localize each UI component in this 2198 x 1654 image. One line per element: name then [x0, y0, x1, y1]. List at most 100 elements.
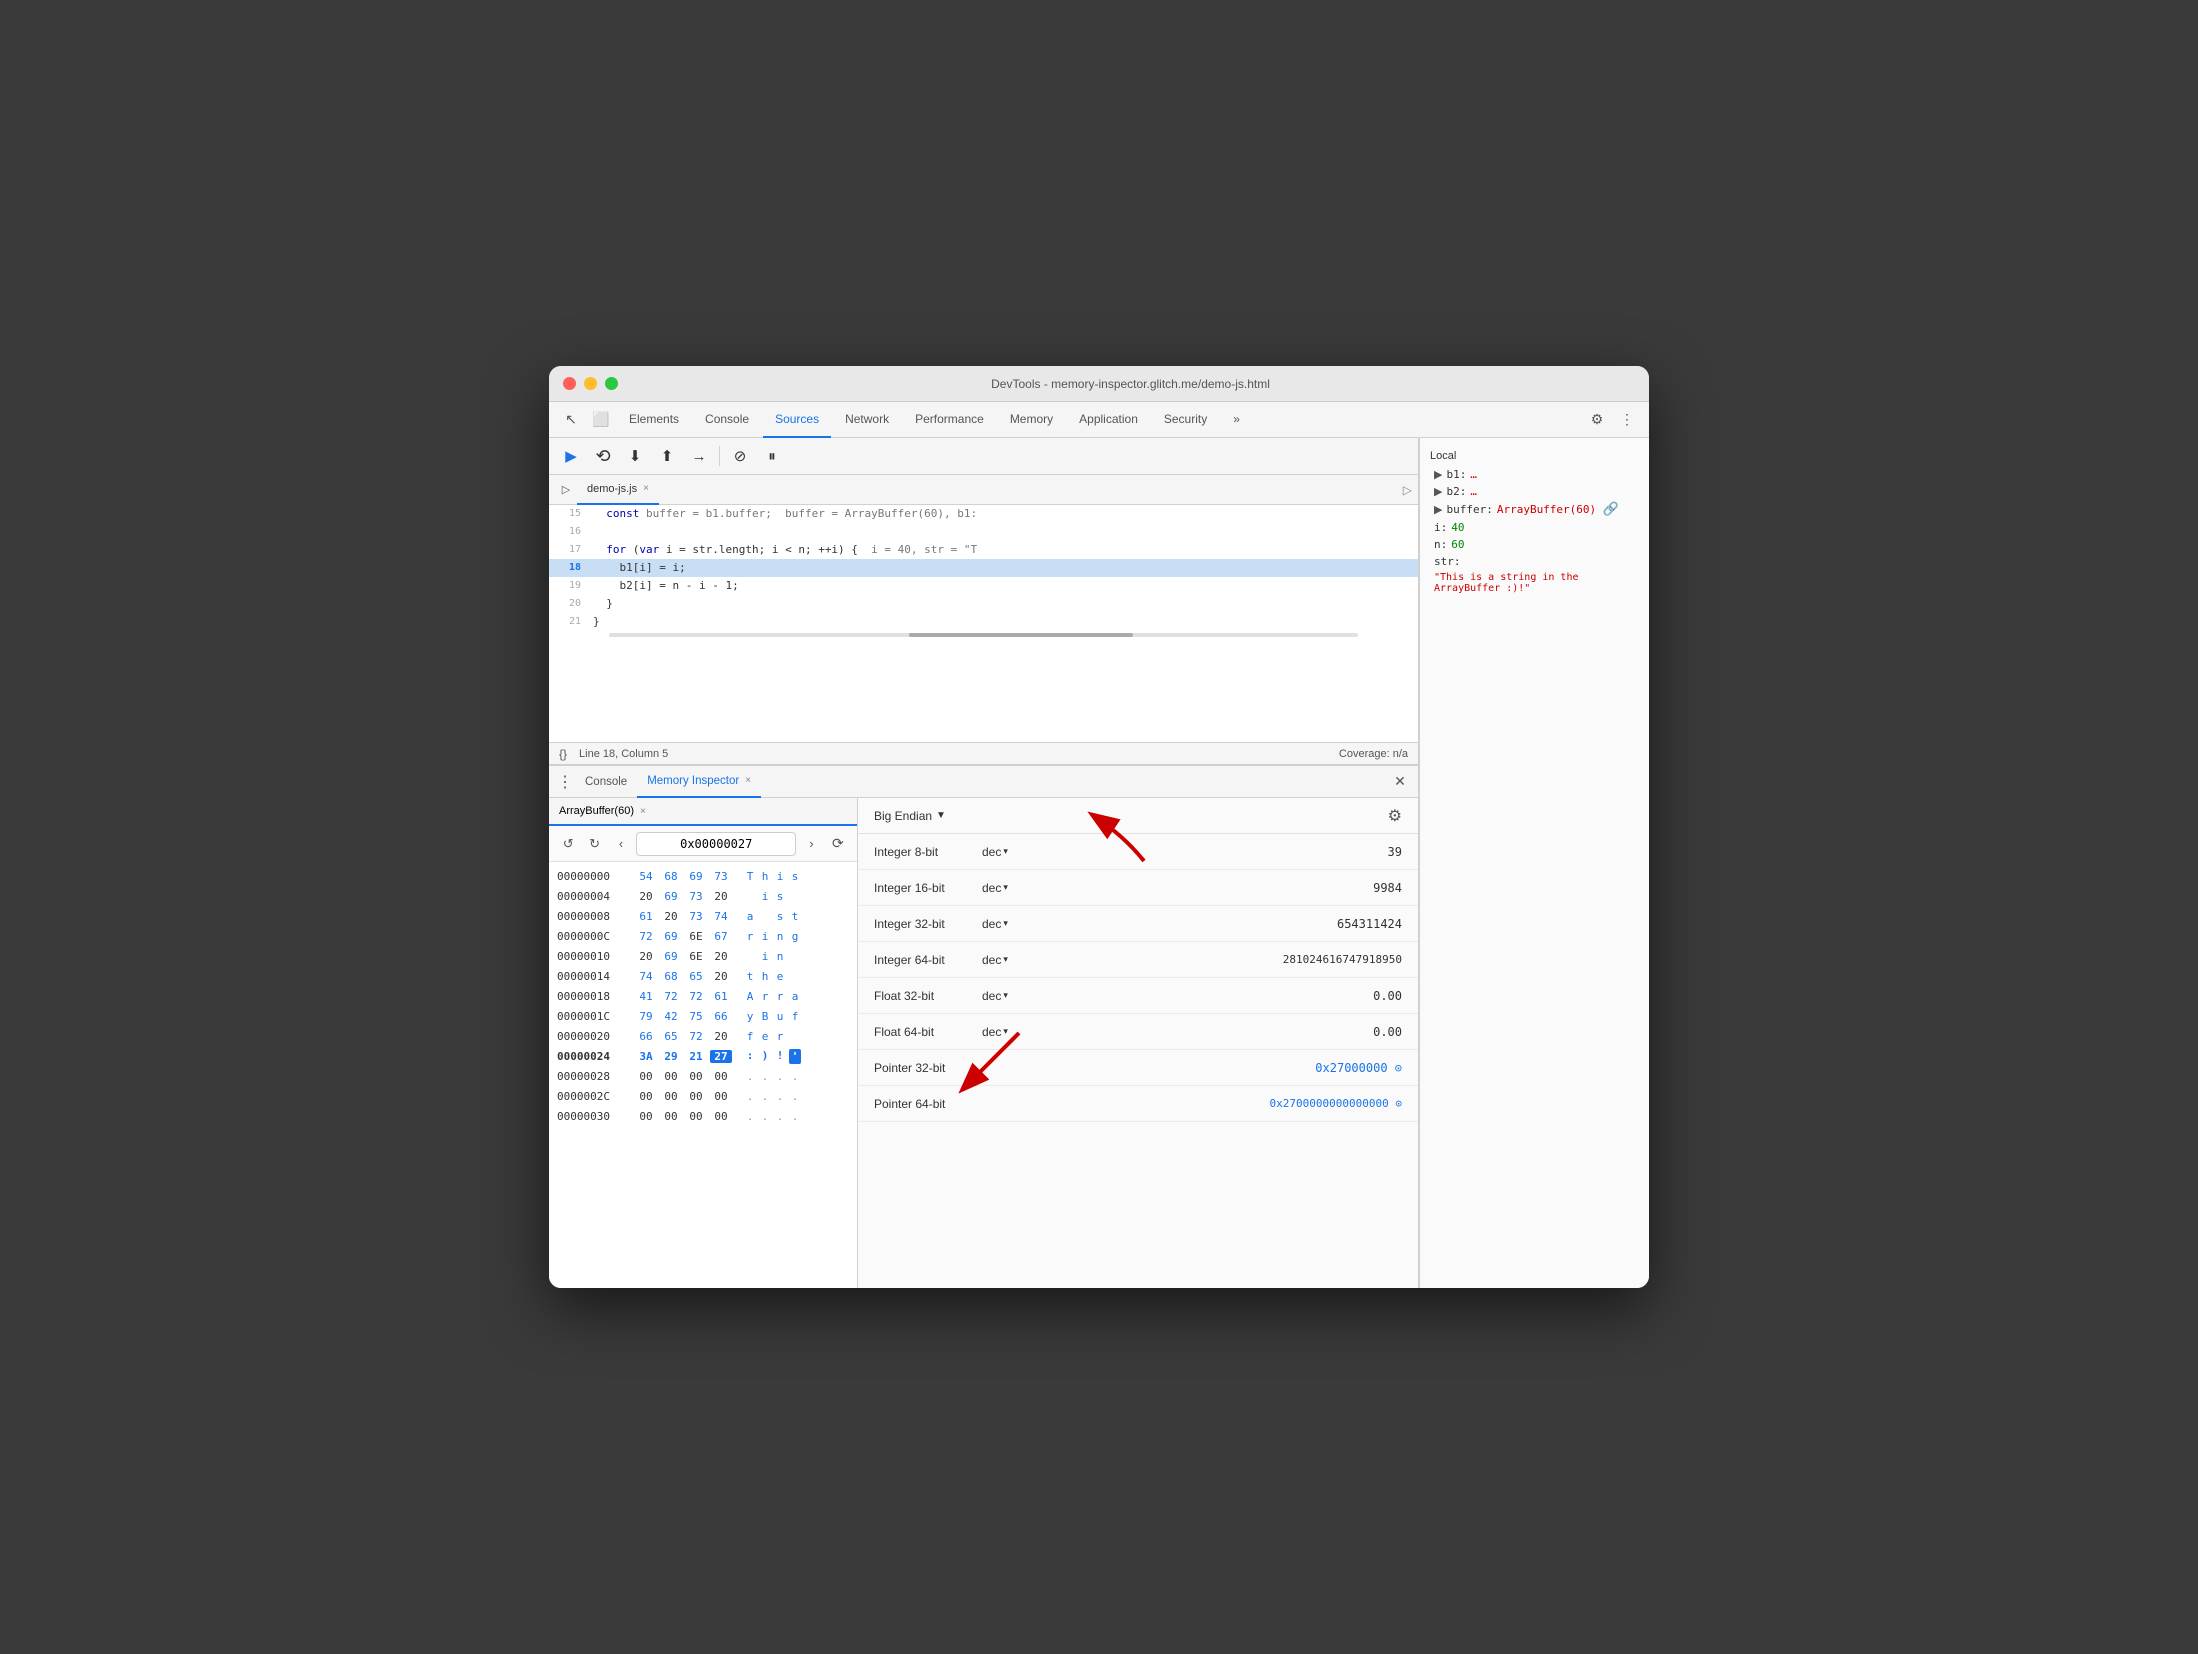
address-input[interactable]	[636, 832, 796, 856]
step-into-button[interactable]: ⬇	[621, 442, 649, 470]
resume-button[interactable]: ▶	[557, 442, 585, 470]
integer-32bit-type[interactable]: dec ▾	[982, 917, 1008, 931]
hex-row: 00000010 20 69 6E 20 i	[549, 946, 857, 966]
buffer-label: ArrayBuffer(60)	[559, 805, 634, 817]
devtools-window: DevTools - memory-inspector.glitch.me/de…	[549, 366, 1649, 1288]
tab-sources[interactable]: Sources	[763, 402, 831, 438]
float-64bit-label: Float 64-bit	[874, 1025, 974, 1039]
code-editor: 15 const buffer = b1.buffer; buffer = Ar…	[549, 505, 1418, 742]
float-32bit-row: Float 32-bit dec ▾ 0.00	[858, 978, 1418, 1014]
tab-elements[interactable]: Elements	[617, 402, 691, 438]
hex-row: 00000020 66 65 72 20 f e	[549, 1026, 857, 1046]
debug-str: str: "This is a string in the ArrayBuffe…	[1430, 553, 1639, 596]
tab-memory-inspector[interactable]: Memory Inspector ×	[637, 766, 761, 798]
hex-row: 00000028 00 00 00 00 . .	[549, 1066, 857, 1086]
device-icon[interactable]: ⬜	[587, 406, 615, 434]
hex-row: 00000018 41 72 72 61 A r	[549, 986, 857, 1006]
integer-64bit-row: Integer 64-bit dec ▾ 281024616747918950	[858, 942, 1418, 978]
debug-buffer: ▶ buffer: ArrayBuffer(60) 🔗	[1430, 500, 1639, 519]
integer-16bit-label: Integer 16-bit	[874, 881, 974, 895]
float-64bit-value: 0.00	[1373, 1025, 1402, 1039]
bottom-panel-dots[interactable]: ⋮	[555, 772, 575, 792]
tab-performance[interactable]: Performance	[903, 402, 996, 438]
debug-section-title: Local	[1430, 450, 1639, 462]
source-file-tab[interactable]: demo-js.js ×	[577, 475, 659, 505]
pointer-64bit-value[interactable]: 0x2700000000000000 ⊙	[1270, 1097, 1402, 1110]
hex-row: 00000004 20 69 73 20 i	[549, 886, 857, 906]
prev-address[interactable]: ‹	[610, 832, 632, 856]
step-button[interactable]: →	[685, 442, 713, 470]
debug-local-section: Local ▶ b1: … ▶ b2: … ▶ buffer: ArrayBuf…	[1420, 446, 1649, 600]
tab-security[interactable]: Security	[1152, 402, 1219, 438]
integer-32bit-label: Integer 32-bit	[874, 917, 974, 931]
source-run-icon[interactable]: ▷	[1403, 483, 1412, 497]
tab-application[interactable]: Application	[1067, 402, 1150, 438]
integer-64bit-type[interactable]: dec ▾	[982, 953, 1008, 967]
tab-network[interactable]: Network	[833, 402, 901, 438]
next-address[interactable]: ›	[800, 832, 822, 856]
debug-toolbar: ▶ ⟲ ⬇ ⬆ → ⊘ ⏸	[549, 438, 1418, 475]
integer-8bit-value: 39	[1388, 845, 1402, 859]
close-button[interactable]	[563, 377, 576, 390]
memory-inspector-tab-close[interactable]: ×	[745, 775, 751, 786]
integer-16bit-type[interactable]: dec ▾	[982, 881, 1008, 895]
settings-icon[interactable]: ⚙	[1583, 406, 1611, 434]
endian-selector[interactable]: Big Endian ▼	[874, 809, 946, 823]
tab-console-bottom[interactable]: Console	[575, 766, 637, 798]
float32-dropdown-icon: ▾	[1003, 990, 1008, 1001]
maximize-button[interactable]	[605, 377, 618, 390]
pointer-64bit-row: Pointer 64-bit 0x2700000000000000 ⊙	[858, 1086, 1418, 1122]
float-64bit-type[interactable]: dec ▾	[982, 1025, 1008, 1039]
window-title: DevTools - memory-inspector.glitch.me/de…	[626, 377, 1635, 391]
code-line-17: 17 for (var i = str.length; i < n; ++i) …	[549, 541, 1418, 559]
more-tabs[interactable]: »	[1221, 402, 1252, 438]
code-line-19: 19 b2[i] = n - i - 1;	[549, 577, 1418, 595]
debug-b1: ▶ b1: …	[1430, 466, 1639, 483]
more-options-icon[interactable]: ⋮	[1613, 406, 1641, 434]
hex-row-selected: 00000024 3A 29 21 27 : )	[549, 1046, 857, 1066]
tab-console[interactable]: Console	[693, 402, 761, 438]
pointer-32bit-label: Pointer 32-bit	[874, 1061, 974, 1075]
endian-dropdown-icon: ▼	[936, 810, 946, 821]
hex-row: 00000008 61 20 73 74 a	[549, 906, 857, 926]
step-over-button[interactable]: ⟲	[589, 442, 617, 470]
cursor-icon[interactable]: ↖	[557, 406, 585, 434]
status-brace: {}	[559, 747, 567, 761]
float-64bit-row: Float 64-bit dec ▾ 0.00	[858, 1014, 1418, 1050]
interpreter-panel: Big Endian ▼	[858, 798, 1418, 1288]
undo-nav[interactable]: ↺	[557, 832, 579, 856]
tab-memory[interactable]: Memory	[998, 402, 1065, 438]
int32-dropdown-icon: ▾	[1003, 918, 1008, 929]
bottom-panel: ⋮ Console Memory Inspector × ✕	[549, 764, 1418, 1288]
pause-on-exceptions[interactable]: ⏸	[758, 442, 786, 470]
endian-label: Big Endian	[874, 809, 932, 823]
interpreter-settings[interactable]: ⚙	[1388, 806, 1402, 826]
deactivate-breakpoints[interactable]: ⊘	[726, 442, 754, 470]
int8-dropdown-icon: ▾	[1003, 846, 1008, 857]
buffer-tab[interactable]: ArrayBuffer(60) ×	[549, 798, 857, 826]
pointer-32bit-row: Pointer 32-bit 0x27000000 ⊙	[858, 1050, 1418, 1086]
source-filename: demo-js.js	[587, 483, 637, 495]
source-tab-bar: ▷ demo-js.js × ▷	[549, 475, 1418, 505]
hex-view: ArrayBuffer(60) × ↺ ↻ ‹ › ⟳	[549, 798, 858, 1288]
source-nav-icon[interactable]: ▷	[555, 476, 577, 504]
source-tab-close[interactable]: ×	[643, 483, 649, 494]
integer-8bit-type[interactable]: dec ▾	[982, 845, 1008, 859]
int16-dropdown-icon: ▾	[1003, 882, 1008, 893]
main-body: ▶ ⟲ ⬇ ⬆ → ⊘ ⏸ ▷ demo-js.js × ▷	[549, 438, 1649, 1288]
step-out-button[interactable]: ⬆	[653, 442, 681, 470]
minimize-button[interactable]	[584, 377, 597, 390]
buffer-tab-close[interactable]: ×	[640, 806, 646, 817]
cursor-position: Line 18, Column 5	[579, 748, 668, 760]
interpreter-header: Big Endian ▼	[858, 798, 1418, 834]
integer-32bit-value: 654311424	[1337, 917, 1402, 931]
pointer-32bit-value[interactable]: 0x27000000 ⊙	[1315, 1061, 1402, 1075]
hex-row: 00000000 54 68 69 73 T h	[549, 866, 857, 886]
hex-grid: 00000000 54 68 69 73 T h	[549, 862, 857, 1288]
bottom-panel-close[interactable]: ✕	[1388, 770, 1412, 794]
redo-nav[interactable]: ↻	[583, 832, 605, 856]
code-line-15: 15 const buffer = b1.buffer; buffer = Ar…	[549, 505, 1418, 523]
float64-dropdown-icon: ▾	[1003, 1026, 1008, 1037]
refresh-button[interactable]: ⟳	[827, 832, 849, 856]
float-32bit-type[interactable]: dec ▾	[982, 989, 1008, 1003]
